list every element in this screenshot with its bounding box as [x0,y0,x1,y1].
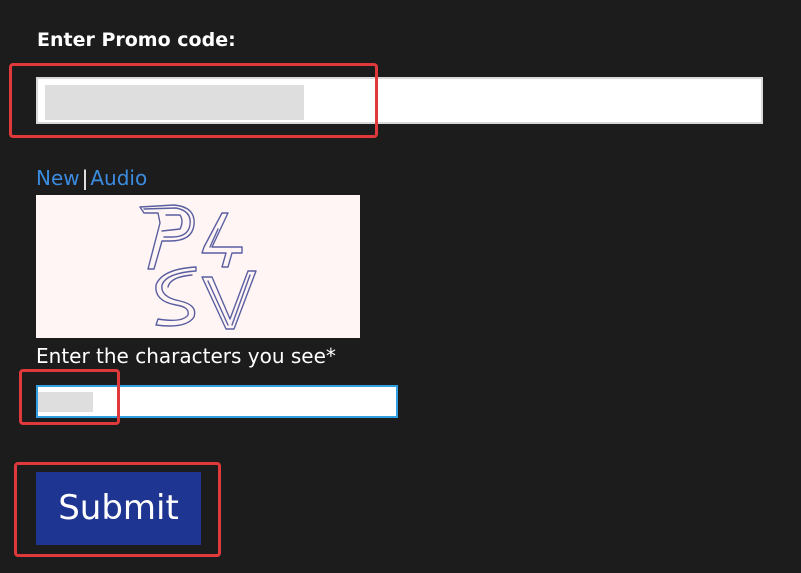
promo-code-redacted-value [45,85,304,120]
submit-button[interactable]: Submit [36,472,201,545]
captcha-image [36,195,360,338]
captcha-redacted-value [38,392,93,412]
promo-code-label: Enter Promo code: [37,29,236,51]
captcha-links: New | Audio [36,165,147,191]
captcha-label: Enter the characters you see* [36,344,336,368]
audio-captcha-link[interactable]: Audio [90,166,147,190]
captcha-input[interactable] [36,385,398,418]
promo-code-input[interactable] [36,77,763,124]
new-captcha-link[interactable]: New [36,166,80,190]
captcha-link-separator: | [81,166,89,190]
